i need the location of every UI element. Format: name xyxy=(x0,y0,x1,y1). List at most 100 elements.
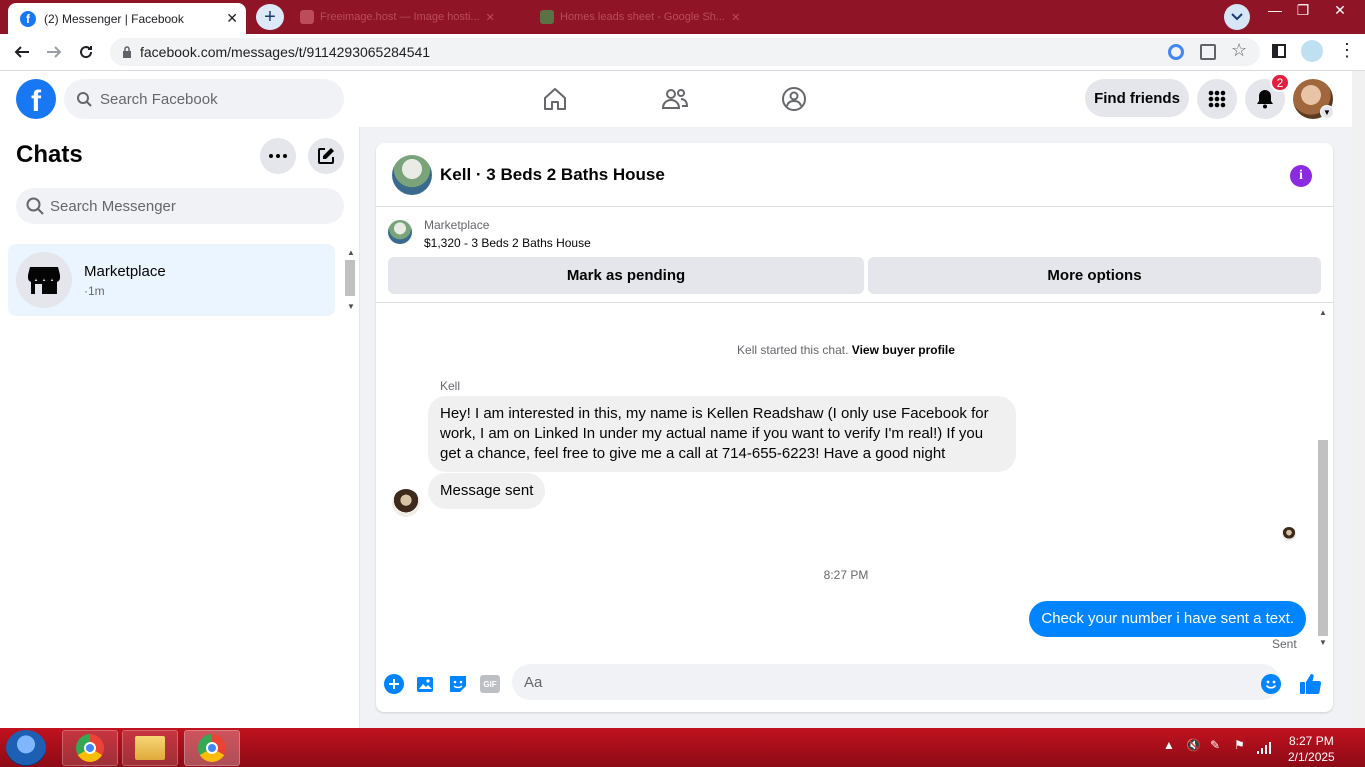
back-button[interactable] xyxy=(10,40,34,64)
taskbar-chrome-app-active[interactable] xyxy=(184,730,240,766)
new-tab-button[interactable]: + xyxy=(256,4,284,30)
browser-menu-icon[interactable]: ⋮ xyxy=(1338,40,1356,61)
chat-list-scrollbar[interactable]: ▲ ▼ xyxy=(342,244,358,316)
sheets-favicon-icon xyxy=(540,10,554,24)
home-icon xyxy=(544,88,566,110)
emoji-button[interactable] xyxy=(1260,673,1282,695)
reload-button[interactable] xyxy=(74,40,98,64)
tab-search-button[interactable] xyxy=(1224,4,1250,30)
more-actions-button[interactable] xyxy=(383,673,405,695)
url-text: facebook.com/messages/t/9114293065284541 xyxy=(140,44,431,60)
groups-nav[interactable] xyxy=(778,83,810,115)
system-clock[interactable]: 8:27 PM 2/1/2025 xyxy=(1288,733,1335,765)
tab-favicon-icon xyxy=(300,10,314,24)
chevron-down-icon xyxy=(1231,13,1243,21)
attach-photo-button[interactable] xyxy=(415,673,437,695)
conversation-scrollbar[interactable]: ▲ ▼ xyxy=(1316,308,1330,648)
search-icon xyxy=(77,92,92,107)
compose-icon xyxy=(318,148,334,164)
clock-time: 8:27 PM xyxy=(1289,734,1334,748)
windows-taskbar: ▲ 🔇 ✎ ⚑ 8:27 PM 2/1/2025 xyxy=(0,728,1365,767)
start-button[interactable] xyxy=(6,730,46,766)
info-icon[interactable]: i xyxy=(1290,165,1312,187)
chrome-icon xyxy=(76,734,104,762)
profile-icon[interactable] xyxy=(1301,40,1323,62)
gif-button[interactable]: GIF xyxy=(479,673,501,695)
close-tab-icon[interactable]: ✕ xyxy=(486,11,495,24)
mark-as-pending-button[interactable]: Mark as pending xyxy=(388,257,864,294)
chat-started-notice: Kell started this chat. View buyer profi… xyxy=(376,343,1316,357)
bookmark-star-icon[interactable]: ☆ xyxy=(1231,40,1247,61)
side-panel-icon[interactable] xyxy=(1272,44,1286,58)
search-icon xyxy=(26,197,44,215)
close-tab-icon[interactable]: ✕ xyxy=(226,10,238,27)
network-icon[interactable] xyxy=(1257,740,1273,754)
like-button[interactable] xyxy=(1299,673,1321,695)
close-window-button[interactable]: ✕ xyxy=(1325,0,1355,20)
share-icon[interactable] xyxy=(1200,44,1216,60)
sent-status: Sent xyxy=(1272,637,1297,651)
google-icon[interactable] xyxy=(1168,44,1184,60)
find-friends-button[interactable]: Find friends xyxy=(1085,79,1189,117)
lock-icon xyxy=(123,46,131,58)
facebook-header: f Search Facebook Find friends 2 ▼ xyxy=(0,71,1352,127)
new-message-button[interactable] xyxy=(308,138,344,174)
tab-freeimage[interactable]: Freeimage.host — Image hosti... ✕ xyxy=(300,9,495,25)
message-placeholder: Aa xyxy=(524,673,543,691)
plus-circle-icon xyxy=(384,674,404,694)
taskbar-chrome-app[interactable] xyxy=(62,730,118,766)
tab-sheets[interactable]: Homes leads sheet - Google Sh... ✕ xyxy=(540,9,740,25)
address-bar[interactable]: facebook.com/messages/t/9114293065284541 xyxy=(110,38,1260,66)
chat-list-item[interactable]: Marketplace ·1m xyxy=(8,244,335,316)
tab-messenger[interactable]: f (2) Messenger | Facebook ✕ xyxy=(8,3,246,34)
listing-price-title[interactable]: $1,320 - 3 Beds 2 Baths House xyxy=(424,236,591,250)
sender-avatar[interactable] xyxy=(392,489,420,517)
photo-icon xyxy=(417,677,433,692)
chat-options-button[interactable] xyxy=(260,138,296,174)
facebook-logo[interactable]: f xyxy=(16,79,56,119)
outgoing-message[interactable]: Check your number i have sent a text. xyxy=(1029,601,1306,637)
more-dots-icon xyxy=(269,154,287,158)
listing-avatar[interactable] xyxy=(392,154,432,195)
reload-icon xyxy=(80,46,93,59)
page-scrollbar[interactable] xyxy=(1352,71,1365,728)
groups-icon xyxy=(782,87,806,111)
chevron-down-icon[interactable]: ▼ xyxy=(1320,105,1334,119)
friends-nav[interactable] xyxy=(659,83,691,115)
friends-icon xyxy=(661,89,689,109)
search-placeholder: Search Facebook xyxy=(100,90,218,108)
search-placeholder: Search Messenger xyxy=(50,197,176,215)
emoji-icon xyxy=(1261,674,1281,694)
tab-title: Freeimage.host — Image hosti... xyxy=(320,11,480,23)
incoming-message[interactable]: Hey! I am interested in this, my name is… xyxy=(428,396,1016,472)
chat-started-text: Kell started this chat. xyxy=(737,343,849,357)
flag-icon[interactable]: ⚑ xyxy=(1234,738,1245,752)
home-nav[interactable] xyxy=(539,83,571,115)
minimize-button[interactable]: — xyxy=(1260,0,1290,20)
thumbs-up-icon xyxy=(1300,674,1321,695)
chats-title: Chats xyxy=(16,141,83,168)
menu-grid-button[interactable] xyxy=(1197,79,1237,119)
marketplace-label: Marketplace xyxy=(424,218,490,232)
chat-name: Marketplace xyxy=(84,262,166,280)
close-tab-icon[interactable]: ✕ xyxy=(731,11,740,24)
sticker-button[interactable] xyxy=(447,673,469,695)
tray-expand-icon[interactable]: ▲ xyxy=(1163,738,1175,752)
folder-icon xyxy=(135,736,165,760)
maximize-button[interactable]: ❐ xyxy=(1288,0,1318,20)
volume-muted-icon[interactable]: 🔇 xyxy=(1186,738,1201,752)
seen-indicator-avatar xyxy=(1282,527,1296,541)
forward-button[interactable] xyxy=(42,40,66,64)
view-buyer-profile-link[interactable]: View buyer profile xyxy=(852,343,955,357)
incoming-message[interactable]: Message sent xyxy=(428,473,546,509)
pen-icon[interactable]: ✎ xyxy=(1210,738,1220,752)
sender-name: Kell xyxy=(440,379,461,393)
facebook-favicon-icon: f xyxy=(20,10,36,27)
facebook-search-input[interactable]: Search Facebook xyxy=(64,79,344,119)
conversation-title[interactable]: Kell · 3 Beds 2 Baths House xyxy=(440,165,665,185)
message-input[interactable]: Aa xyxy=(512,664,1280,700)
messenger-search-input[interactable]: Search Messenger xyxy=(16,188,344,224)
more-options-button[interactable]: More options xyxy=(868,257,1321,294)
listing-thumbnail[interactable] xyxy=(388,220,412,244)
taskbar-explorer-app[interactable] xyxy=(122,730,178,766)
